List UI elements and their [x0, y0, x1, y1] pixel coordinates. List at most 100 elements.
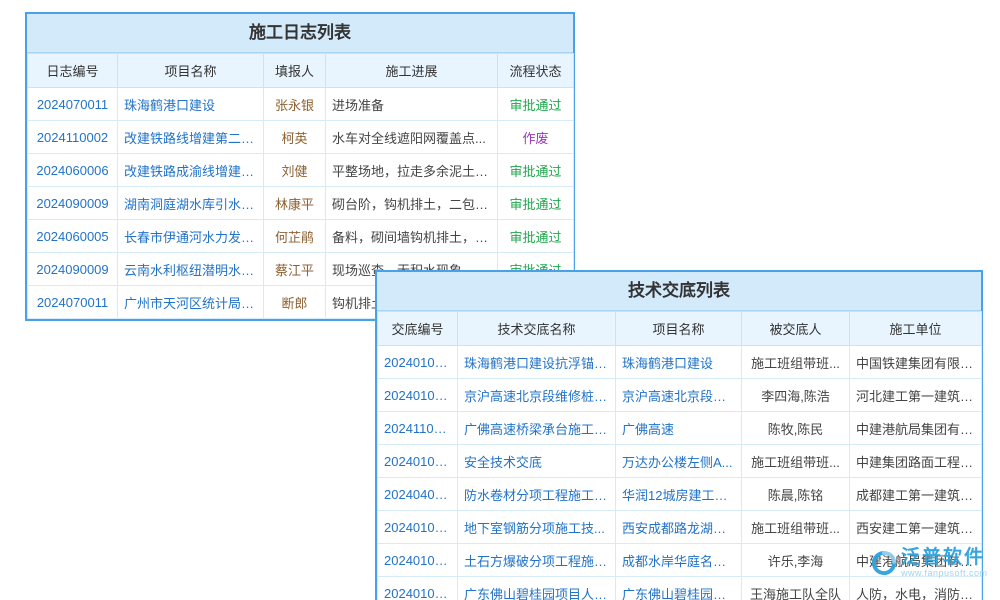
- log-id-link[interactable]: 2024070011: [28, 286, 118, 319]
- log-id-link[interactable]: 2024060005: [28, 220, 118, 253]
- disclosure-id-link[interactable]: 2024010001: [378, 577, 458, 600]
- progress-text: 备料，砌间墙钩机排土，瓦...: [326, 220, 498, 253]
- project-link[interactable]: 云南水利枢纽潜明水库一...: [118, 253, 264, 286]
- construction-unit: 人防，水电，消防项目...: [850, 577, 982, 600]
- construction-unit: 中建港航局集团有限...: [850, 412, 982, 445]
- col-log-id: 日志编号: [28, 54, 118, 88]
- log-id-link[interactable]: 2024090009: [28, 253, 118, 286]
- log-id-link[interactable]: 2024110002: [28, 121, 118, 154]
- disclosed-person: 王海施工队全队: [742, 577, 850, 600]
- status-badge: 审批通过: [498, 88, 574, 121]
- disclosure-row: 2024010001 广东佛山碧桂园项目人防... 广东佛山碧桂园项目 王海施工…: [378, 577, 982, 600]
- col-construction-unit: 施工单位: [850, 312, 982, 346]
- col-status: 流程状态: [498, 54, 574, 88]
- construction-unit: 河北建工第一建筑有...: [850, 379, 982, 412]
- project-link[interactable]: 长春市伊通河水力发电厂...: [118, 220, 264, 253]
- disclosure-row: 2024040001 防水卷材分项工程施工技... 华润12城房建工程... 陈…: [378, 478, 982, 511]
- logo-text-block: 泛普软件 www.fanpusoft.com: [901, 547, 988, 578]
- col-disclosed-person: 被交底人: [742, 312, 850, 346]
- reporter-name: 张永银: [264, 88, 326, 121]
- disclosure-header-row: 交底编号 技术交底名称 项目名称 被交底人 施工单位: [378, 312, 982, 346]
- disclosed-person: 施工班组带班...: [742, 445, 850, 478]
- fanpu-logo: 泛普软件 www.fanpusoft.com: [870, 547, 988, 578]
- log-id-link[interactable]: 2024060006: [28, 154, 118, 187]
- disclosed-person: 施工班组带班...: [742, 511, 850, 544]
- reporter-name: 蔡江平: [264, 253, 326, 286]
- col-project-name: 项目名称: [118, 54, 264, 88]
- status-badge: 审批通过: [498, 187, 574, 220]
- reporter-name: 何芷鹃: [264, 220, 326, 253]
- reporter-name: 刘健: [264, 154, 326, 187]
- log-row: 2024090009 湖南洞庭湖水库引水工程... 林康平 砌台阶，钩机排土，二…: [28, 187, 574, 220]
- disclosure-name-link[interactable]: 地下室钢筋分项施工技...: [458, 511, 616, 544]
- progress-text: 砌台阶，钩机排土，二包砌...: [326, 187, 498, 220]
- disclosure-id-link[interactable]: 2024010003: [378, 346, 458, 379]
- progress-text: 进场准备: [326, 88, 498, 121]
- project-link[interactable]: 华润12城房建工程...: [616, 478, 742, 511]
- reporter-name: 柯英: [264, 121, 326, 154]
- disclosed-person: 李四海,陈浩: [742, 379, 850, 412]
- project-link[interactable]: 广州市天河区统计局机房...: [118, 286, 264, 319]
- construction-unit: 中国铁建集团有限公司: [850, 346, 982, 379]
- project-link[interactable]: 万达办公楼左侧A...: [616, 445, 742, 478]
- project-link[interactable]: 珠海鹤港口建设: [118, 88, 264, 121]
- log-row: 2024060006 改建铁路成渝线增建第二... 刘健 平整场地，拉走多余泥土…: [28, 154, 574, 187]
- disclosure-id-link[interactable]: 2024010002: [378, 544, 458, 577]
- construction-unit: 西安建工第一建筑有...: [850, 511, 982, 544]
- project-link[interactable]: 成都水岸华庭名苑...: [616, 544, 742, 577]
- disclosure-name-link[interactable]: 京沪高速北京段维修桩辅...: [458, 379, 616, 412]
- project-link[interactable]: 广东佛山碧桂园项目: [616, 577, 742, 600]
- disclosure-row: 2024010003 珠海鹤港口建设抗浮锚杆... 珠海鹤港口建设 施工班组带班…: [378, 346, 982, 379]
- project-link[interactable]: 改建铁路线增建第二线直...: [118, 121, 264, 154]
- reporter-name: 断郎: [264, 286, 326, 319]
- logo-url-text: www.fanpusoft.com: [901, 568, 988, 578]
- log-id-link[interactable]: 2024090009: [28, 187, 118, 220]
- log-row: 2024110002 改建铁路线增建第二线直... 柯英 水车对全线遮阳网覆盖点…: [28, 121, 574, 154]
- col-disclosure-id: 交底编号: [378, 312, 458, 346]
- project-link[interactable]: 湖南洞庭湖水库引水工程...: [118, 187, 264, 220]
- logo-brand-text: 泛普软件: [901, 547, 988, 568]
- disclosure-name-link[interactable]: 珠海鹤港口建设抗浮锚杆...: [458, 346, 616, 379]
- disclosed-person: 许乐,李海: [742, 544, 850, 577]
- project-link[interactable]: 珠海鹤港口建设: [616, 346, 742, 379]
- disclosure-id-link[interactable]: 2024010004: [378, 379, 458, 412]
- log-id-link[interactable]: 2024070011: [28, 88, 118, 121]
- col-disclosure-name: 技术交底名称: [458, 312, 616, 346]
- disclosed-person: 陈晨,陈铭: [742, 478, 850, 511]
- disclosure-id-link[interactable]: 2024010003: [378, 445, 458, 478]
- col-progress: 施工进展: [326, 54, 498, 88]
- fanpu-logo-icon: [870, 549, 898, 577]
- disclosure-row: 2024010004 京沪高速北京段维修桩辅... 京沪高速北京段维修 李四海,…: [378, 379, 982, 412]
- disclosure-name-link[interactable]: 安全技术交底: [458, 445, 616, 478]
- disclosure-row: 2024010002 地下室钢筋分项施工技... 西安成都路龙湖上... 施工班…: [378, 511, 982, 544]
- disclosure-id-link[interactable]: 2024040001: [378, 478, 458, 511]
- col-project-name: 项目名称: [616, 312, 742, 346]
- project-link[interactable]: 广佛高速: [616, 412, 742, 445]
- disclosed-person: 施工班组带班...: [742, 346, 850, 379]
- project-link[interactable]: 西安成都路龙湖上...: [616, 511, 742, 544]
- page: 施工日志列表 日志编号 项目名称 填报人 施工进展 流程状态 202407001…: [0, 0, 1000, 600]
- disclosure-name-link[interactable]: 防水卷材分项工程施工技...: [458, 478, 616, 511]
- progress-text: 平整场地，拉走多余泥土15...: [326, 154, 498, 187]
- project-link[interactable]: 京沪高速北京段维修: [616, 379, 742, 412]
- disclosure-name-link[interactable]: 广东佛山碧桂园项目人防...: [458, 577, 616, 600]
- tech-disclosure-title: 技术交底列表: [377, 272, 981, 311]
- status-badge: 审批通过: [498, 220, 574, 253]
- disclosure-row: 2024010003 安全技术交底 万达办公楼左侧A... 施工班组带班... …: [378, 445, 982, 478]
- project-link[interactable]: 改建铁路成渝线增建第二...: [118, 154, 264, 187]
- disclosure-name-link[interactable]: 土石方爆破分项工程施工...: [458, 544, 616, 577]
- construction-unit: 中建集团路面工程有...: [850, 445, 982, 478]
- col-reporter: 填报人: [264, 54, 326, 88]
- disclosure-id-link[interactable]: 2024010002: [378, 511, 458, 544]
- reporter-name: 林康平: [264, 187, 326, 220]
- disclosure-row: 2024110001 广佛高速桥梁承台施工技... 广佛高速 陈牧,陈民 中建港…: [378, 412, 982, 445]
- progress-text: 水车对全线遮阳网覆盖点...: [326, 121, 498, 154]
- log-header-row: 日志编号 项目名称 填报人 施工进展 流程状态: [28, 54, 574, 88]
- construction-log-title: 施工日志列表: [27, 14, 573, 53]
- disclosure-id-link[interactable]: 2024110001: [378, 412, 458, 445]
- log-row: 2024070011 珠海鹤港口建设 张永银 进场准备 审批通过: [28, 88, 574, 121]
- log-row: 2024060005 长春市伊通河水力发电厂... 何芷鹃 备料，砌间墙钩机排土…: [28, 220, 574, 253]
- disclosure-name-link[interactable]: 广佛高速桥梁承台施工技...: [458, 412, 616, 445]
- status-badge: 作废: [498, 121, 574, 154]
- disclosed-person: 陈牧,陈民: [742, 412, 850, 445]
